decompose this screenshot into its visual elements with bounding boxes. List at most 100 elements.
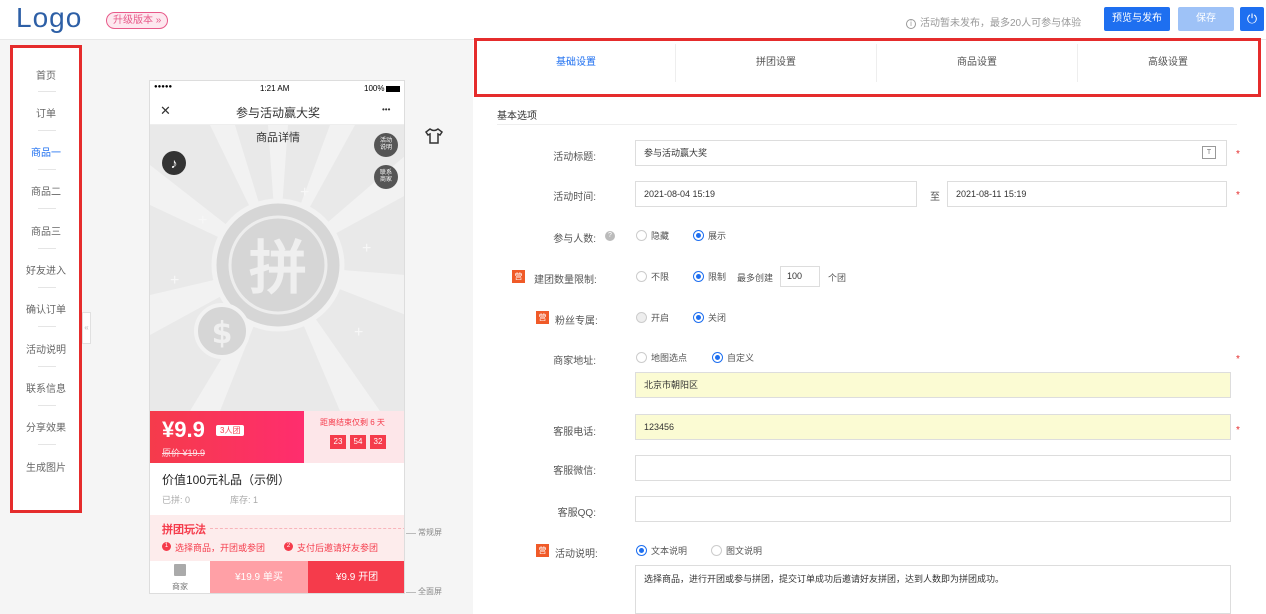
phone-nav-bar: ✕ 参与活动赢大奖 ••• [150,97,404,125]
sidebar-divider [38,405,56,406]
countdown-area: 距离结束仅剩 6 天 23 54 32 [304,411,404,463]
price-area: ¥9.9 3人团 原价 ¥19.9 [150,411,304,463]
service-qq-input[interactable] [635,496,1231,522]
more-icon[interactable]: ••• [382,105,390,114]
rules-title: 拼团玩法 [162,524,206,536]
group-limit-label: 建团数量限制: [534,275,597,286]
desc-image-radio[interactable]: 图文说明 [711,545,762,557]
sidebar-item-product-2[interactable]: 商品二 [13,183,79,198]
group-price: ¥9.9 [162,417,205,442]
group-limit-input[interactable]: 100 [780,266,820,287]
phone-title: 参与活动赢大奖 [235,106,320,120]
radio-label: 文本说明 [651,546,688,556]
svg-text:+: + [362,240,371,257]
radio-label: 不限 [651,272,670,282]
sidebar-item-orders[interactable]: 订单 [13,105,79,120]
sidebar-divider [38,444,56,445]
page-tab-title: 商品详情 [256,132,300,144]
svg-text:+: + [170,272,179,289]
participants-show-radio[interactable]: 展示 [693,230,726,242]
fans-off-radio[interactable]: 关闭 [693,312,726,324]
upgrade-badge[interactable]: 升级版本 » [106,12,169,29]
tab-group-settings[interactable]: 拼团设置 [676,44,876,82]
start-group-button[interactable]: ¥9.9 开团 [308,561,404,593]
required-mark: * [1236,149,1240,160]
music-icon[interactable]: ♪ [162,151,186,175]
sidebar-divider [38,130,56,131]
address-map-radio[interactable]: 地图选点 [636,352,687,364]
sidebar-item-share[interactable]: 分享效果 [13,419,79,434]
countdown-label: 距离结束仅剩 6 天 [320,418,385,427]
fans-on-radio[interactable]: 开启 [636,312,669,324]
sidebar-item-product-3[interactable]: 商品三 [13,223,79,238]
sidebar-item-friend-entry[interactable]: 好友进入 [13,262,79,277]
address-input[interactable]: 北京市朝阳区 [635,372,1231,398]
group-limit-none-radio[interactable]: 不限 [636,271,669,283]
collapse-sidebar-button[interactable]: « [82,312,91,344]
hero-char: 拼 [249,234,307,302]
product-hero-image: + + + + + 拼 $ [150,125,404,411]
buy-single-button[interactable]: ¥19.9 单买 [210,561,308,593]
tab-product-settings[interactable]: 商品设置 [877,44,1077,82]
tab-advanced-settings[interactable]: 高级设置 [1078,44,1258,82]
participants-hide-radio[interactable]: 隐藏 [636,230,669,242]
end-time-input[interactable]: 2021-08-11 15:19 [947,181,1227,207]
sidebar-divider [38,326,56,327]
sidebar-item-image[interactable]: 生成图片 [13,459,79,474]
group-limit-on-radio[interactable]: 限制 [693,271,726,283]
countdown-minutes: 54 [350,435,366,449]
svg-text:+: + [354,324,363,341]
power-icon[interactable]: ⏻ [1240,7,1264,31]
full-screen-label: 全面屏 [418,587,442,596]
limit-suffix: 个团 [828,273,847,283]
sidebar-item-home[interactable]: 首页 [13,67,79,82]
service-phone-input[interactable]: 123456 [635,414,1231,440]
address-custom-radio[interactable]: 自定义 [712,352,754,364]
price-bar: ¥9.9 3人团 原价 ¥19.9 距离结束仅剩 6 天 23 54 32 [150,411,404,463]
rules-divider [210,528,404,529]
contact-merchant-button[interactable]: 联系 商家 [374,165,398,189]
radio-label: 展示 [708,231,727,241]
tab-basic-settings[interactable]: 基础设置 [477,44,675,82]
required-mark: * [1236,425,1240,436]
notice-text: 活动暂未发布，最多20人可参与体验 [920,18,1082,29]
normal-screen-label: 常规屏 [418,528,442,537]
signal-indicator: ●●●●● [154,84,173,90]
desc-text-radio[interactable]: 文本说明 [636,545,687,557]
svg-text:$: $ [212,316,233,351]
shop-button[interactable]: 商家 [150,561,210,593]
start-time-input[interactable]: 2021-08-04 15:19 [635,181,917,207]
full-screen-mark: 全面屏 [406,586,444,598]
title-input[interactable]: 参与活动赢大奖 T [635,140,1227,166]
sidebar-item-product-1[interactable]: 商品一 [13,144,79,159]
service-wechat-input[interactable] [635,455,1231,481]
radio-label: 图文说明 [726,546,763,556]
marketing-badge: 营 [512,270,525,283]
sidebar-item-confirm-order[interactable]: 确认订单 [13,301,79,316]
service-qq-label: 客服QQ: [557,508,596,519]
bottom-action-bar: 商家 ¥19.9 单买 ¥9.9 开团 [150,561,404,593]
description-textarea[interactable]: 选择商品，进行开团或参与拼团，提交订单成功后邀请好友拼团，达到人数即为拼团成功。 [635,565,1231,614]
save-button[interactable]: 保存 [1178,7,1234,31]
status-time: 1:21 AM [260,84,290,93]
sidebar-item-activity-desc[interactable]: 活动说明 [13,341,79,356]
service-phone-label: 客服电话: [553,427,596,438]
marketing-badge: 营 [536,544,549,557]
shirt-icon[interactable] [424,126,444,146]
help-icon[interactable]: ? [605,231,615,241]
sidebar-divider [38,366,56,367]
text-format-icon[interactable]: T [1202,146,1216,159]
group-size-tag: 3人团 [216,425,245,436]
radio-label: 隐藏 [651,231,670,241]
preview-publish-button[interactable]: 预览与发布 [1104,7,1170,31]
countdown-hours: 23 [330,435,346,449]
sidebar-divider [38,91,56,92]
marketing-badge: 营 [536,311,549,324]
settings-panel [473,40,1266,614]
sidebar-item-contact[interactable]: 联系信息 [13,380,79,395]
stock-count: 库存: 1 [230,495,259,505]
joined-count: 已拼: 0 [162,495,191,505]
shop-label: 商家 [172,582,188,591]
service-wechat-label: 客服微信: [553,466,596,477]
rules-button[interactable]: 活动 说明 [374,133,398,157]
